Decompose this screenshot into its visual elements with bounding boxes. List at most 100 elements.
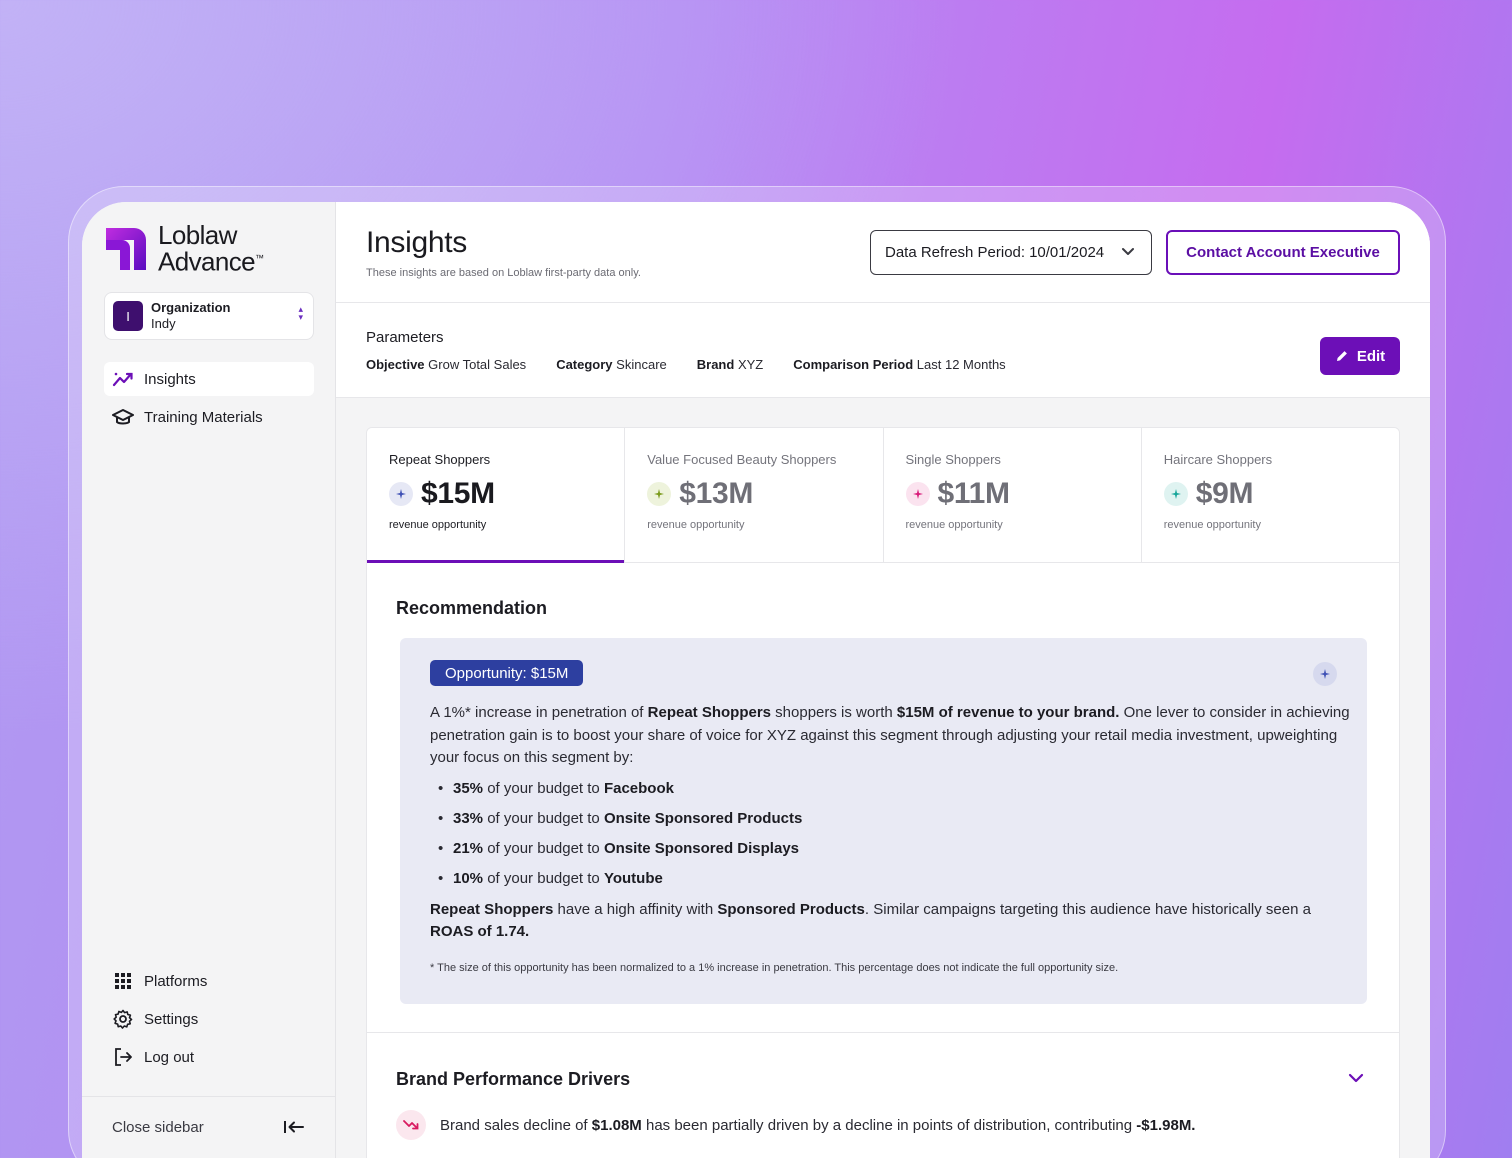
chevron-down-icon bbox=[1122, 248, 1134, 255]
parameter-value: Grow Total Sales bbox=[428, 357, 527, 372]
sales-decline-value: $1.08M bbox=[591, 1116, 642, 1134]
text: Brand sales decline of bbox=[440, 1116, 592, 1134]
sparkle-icon bbox=[905, 482, 930, 506]
sidebar-item-settings[interactable]: Settings bbox=[104, 1002, 314, 1036]
parameter-brand: Brand XYZ bbox=[697, 357, 763, 372]
close-sidebar-label: Close sidebar bbox=[112, 1119, 204, 1136]
chevron-down-icon[interactable] bbox=[1347, 1071, 1365, 1085]
grid-icon bbox=[112, 970, 134, 992]
insights-panel: Repeat Shoppers $15M revenue opportunity… bbox=[366, 427, 1400, 1158]
page-subtitle: These insights are based on Loblaw first… bbox=[366, 267, 641, 279]
channel-name: Facebook bbox=[603, 779, 674, 797]
parameter-value: Last 12 Months bbox=[916, 357, 1006, 372]
divider bbox=[367, 1032, 1399, 1033]
sidebar-item-label: Insights bbox=[144, 370, 196, 388]
segment-tab-single-shoppers[interactable]: Single Shoppers $11M revenue opportunity bbox=[883, 428, 1142, 562]
recommendation-intro: A 1%* increase in penetration of Repeat … bbox=[430, 702, 1350, 770]
product-emphasis: Sponsored Products bbox=[717, 900, 865, 918]
recommendation-body: A 1%* increase in penetration of Repeat … bbox=[430, 702, 1350, 944]
parameter-comparison-period: Comparison Period Last 12 Months bbox=[793, 357, 1005, 372]
budget-percent: 10% bbox=[453, 870, 484, 888]
text: of your budget to bbox=[483, 870, 604, 888]
org-avatar: I bbox=[113, 301, 143, 331]
pencil-icon bbox=[1336, 351, 1347, 361]
recommendation-footnote: * The size of this opportunity has been … bbox=[430, 962, 1119, 974]
segment-value: $13M bbox=[679, 477, 754, 510]
sidebar-item-platforms[interactable]: Platforms bbox=[104, 964, 314, 998]
parameter-value: XYZ bbox=[737, 357, 764, 372]
segment-caption: revenue opportunity bbox=[1163, 519, 1261, 531]
text: shoppers is worth bbox=[771, 704, 897, 721]
segment-name: Single Shoppers bbox=[905, 452, 1001, 467]
close-sidebar-button[interactable]: Close sidebar bbox=[82, 1096, 335, 1158]
budget-percent: 35% bbox=[453, 779, 484, 797]
contribution-value: -$1.98M. bbox=[1136, 1116, 1196, 1134]
trending-down-icon bbox=[396, 1110, 426, 1140]
text: of your budget to bbox=[483, 809, 604, 827]
text: of your budget to bbox=[483, 779, 604, 797]
parameter-objective: Objective Grow Total Sales bbox=[366, 357, 526, 372]
edit-parameters-button[interactable]: Edit bbox=[1320, 337, 1400, 375]
parameter-value: Skincare bbox=[616, 357, 667, 372]
sidebar-item-label: Settings bbox=[144, 1010, 199, 1028]
channel-name: Onsite Sponsored Products bbox=[603, 809, 803, 827]
list-item: 35% of your budget to Facebook bbox=[430, 778, 1350, 808]
sidebar-item-logout[interactable]: Log out bbox=[104, 1040, 314, 1074]
sparkle-icon bbox=[1163, 482, 1188, 506]
segment-caption: revenue opportunity bbox=[647, 519, 745, 531]
channel-name: Youtube bbox=[603, 870, 663, 888]
gear-icon bbox=[112, 1008, 134, 1030]
text: have a high affinity with bbox=[553, 900, 718, 918]
segment-caption: revenue opportunity bbox=[389, 519, 487, 531]
segment-emphasis: Repeat Shoppers bbox=[430, 900, 554, 918]
brand-line-2: Advance bbox=[158, 246, 256, 277]
segment-value: $9M bbox=[1195, 477, 1254, 510]
text: . Similar campaigns targeting this audie… bbox=[864, 900, 1311, 918]
recommendation-card: Opportunity: $15M A 1%* increase in pene… bbox=[400, 638, 1367, 1004]
list-item: 10% of your budget to Youtube bbox=[430, 868, 1350, 898]
data-refresh-period-dropdown[interactable]: Data Refresh Period: 10/01/2024 bbox=[870, 230, 1152, 275]
refresh-label: Data Refresh Period: bbox=[885, 244, 1026, 261]
segment-name: Value Focused Beauty Shoppers bbox=[647, 452, 837, 467]
segment-tab-value-focused-beauty-shoppers[interactable]: Value Focused Beauty Shoppers $13M reven… bbox=[625, 428, 884, 562]
brand-line-1: Loblaw bbox=[158, 220, 237, 250]
loblaw-logo-icon bbox=[106, 227, 146, 270]
budget-percent: 21% bbox=[453, 840, 484, 858]
brand-wordmark: Loblaw Advance™ bbox=[158, 220, 264, 277]
opportunity-badge: Opportunity: $15M bbox=[430, 660, 584, 686]
trending-up-icon bbox=[112, 368, 134, 390]
parameter-key: Comparison Period bbox=[793, 357, 914, 372]
parameter-key: Brand bbox=[696, 357, 735, 372]
sidebar-item-insights[interactable]: Insights bbox=[104, 362, 314, 396]
page-header: Insights These insights are based on Lob… bbox=[336, 202, 1430, 303]
parameters-section: Parameters Objective Grow Total Sales Ca… bbox=[336, 303, 1430, 398]
brand-performance-drivers-title[interactable]: Brand Performance Drivers bbox=[396, 1069, 630, 1090]
roas-emphasis: ROAS of 1.74. bbox=[430, 923, 530, 941]
org-label: Organization bbox=[151, 300, 231, 315]
budget-allocation-list: 35% of your budget to Facebook 33% of yo… bbox=[430, 778, 1350, 899]
brand-trademark: ™ bbox=[254, 253, 264, 263]
segment-name: Repeat Shoppers bbox=[389, 452, 491, 467]
sparkle-icon bbox=[389, 482, 413, 506]
text: of your budget to bbox=[483, 840, 604, 858]
org-name: Indy bbox=[151, 316, 176, 331]
contact-account-executive-button[interactable]: Contact Account Executive bbox=[1166, 230, 1400, 275]
sidebar-item-label: Training Materials bbox=[144, 408, 263, 426]
parameter-key: Objective bbox=[366, 357, 425, 372]
parameter-category: Category Skincare bbox=[556, 357, 667, 372]
chevron-updown-icon: ▴ ▾ bbox=[298, 304, 303, 322]
segment-caption: revenue opportunity bbox=[905, 519, 1003, 531]
logout-icon bbox=[112, 1046, 134, 1068]
segment-tab-haircare-shoppers[interactable]: Haircare Shoppers $9M revenue opportunit… bbox=[1141, 428, 1399, 562]
list-item: 33% of your budget to Onsite Sponsored P… bbox=[430, 808, 1350, 838]
logo: Loblaw Advance™ bbox=[104, 220, 264, 277]
segment-tab-repeat-shoppers[interactable]: Repeat Shoppers $15M revenue opportunity bbox=[367, 428, 626, 563]
organization-switcher[interactable]: I Organization Indy ▴ ▾ bbox=[104, 292, 314, 340]
text: A 1%* increase in penetration of bbox=[430, 704, 648, 721]
driver-item: Brand sales decline of $1.08M has been p… bbox=[396, 1110, 1195, 1140]
main-content: Insights These insights are based on Lob… bbox=[336, 202, 1430, 1158]
text: has been partially driven by a decline i… bbox=[641, 1116, 1137, 1134]
sidebar-item-training-materials[interactable]: Training Materials bbox=[104, 400, 314, 434]
segment-tabs: Repeat Shoppers $15M revenue opportunity… bbox=[367, 428, 1399, 563]
driver-text: Brand sales decline of $1.08M has been p… bbox=[440, 1117, 1195, 1134]
